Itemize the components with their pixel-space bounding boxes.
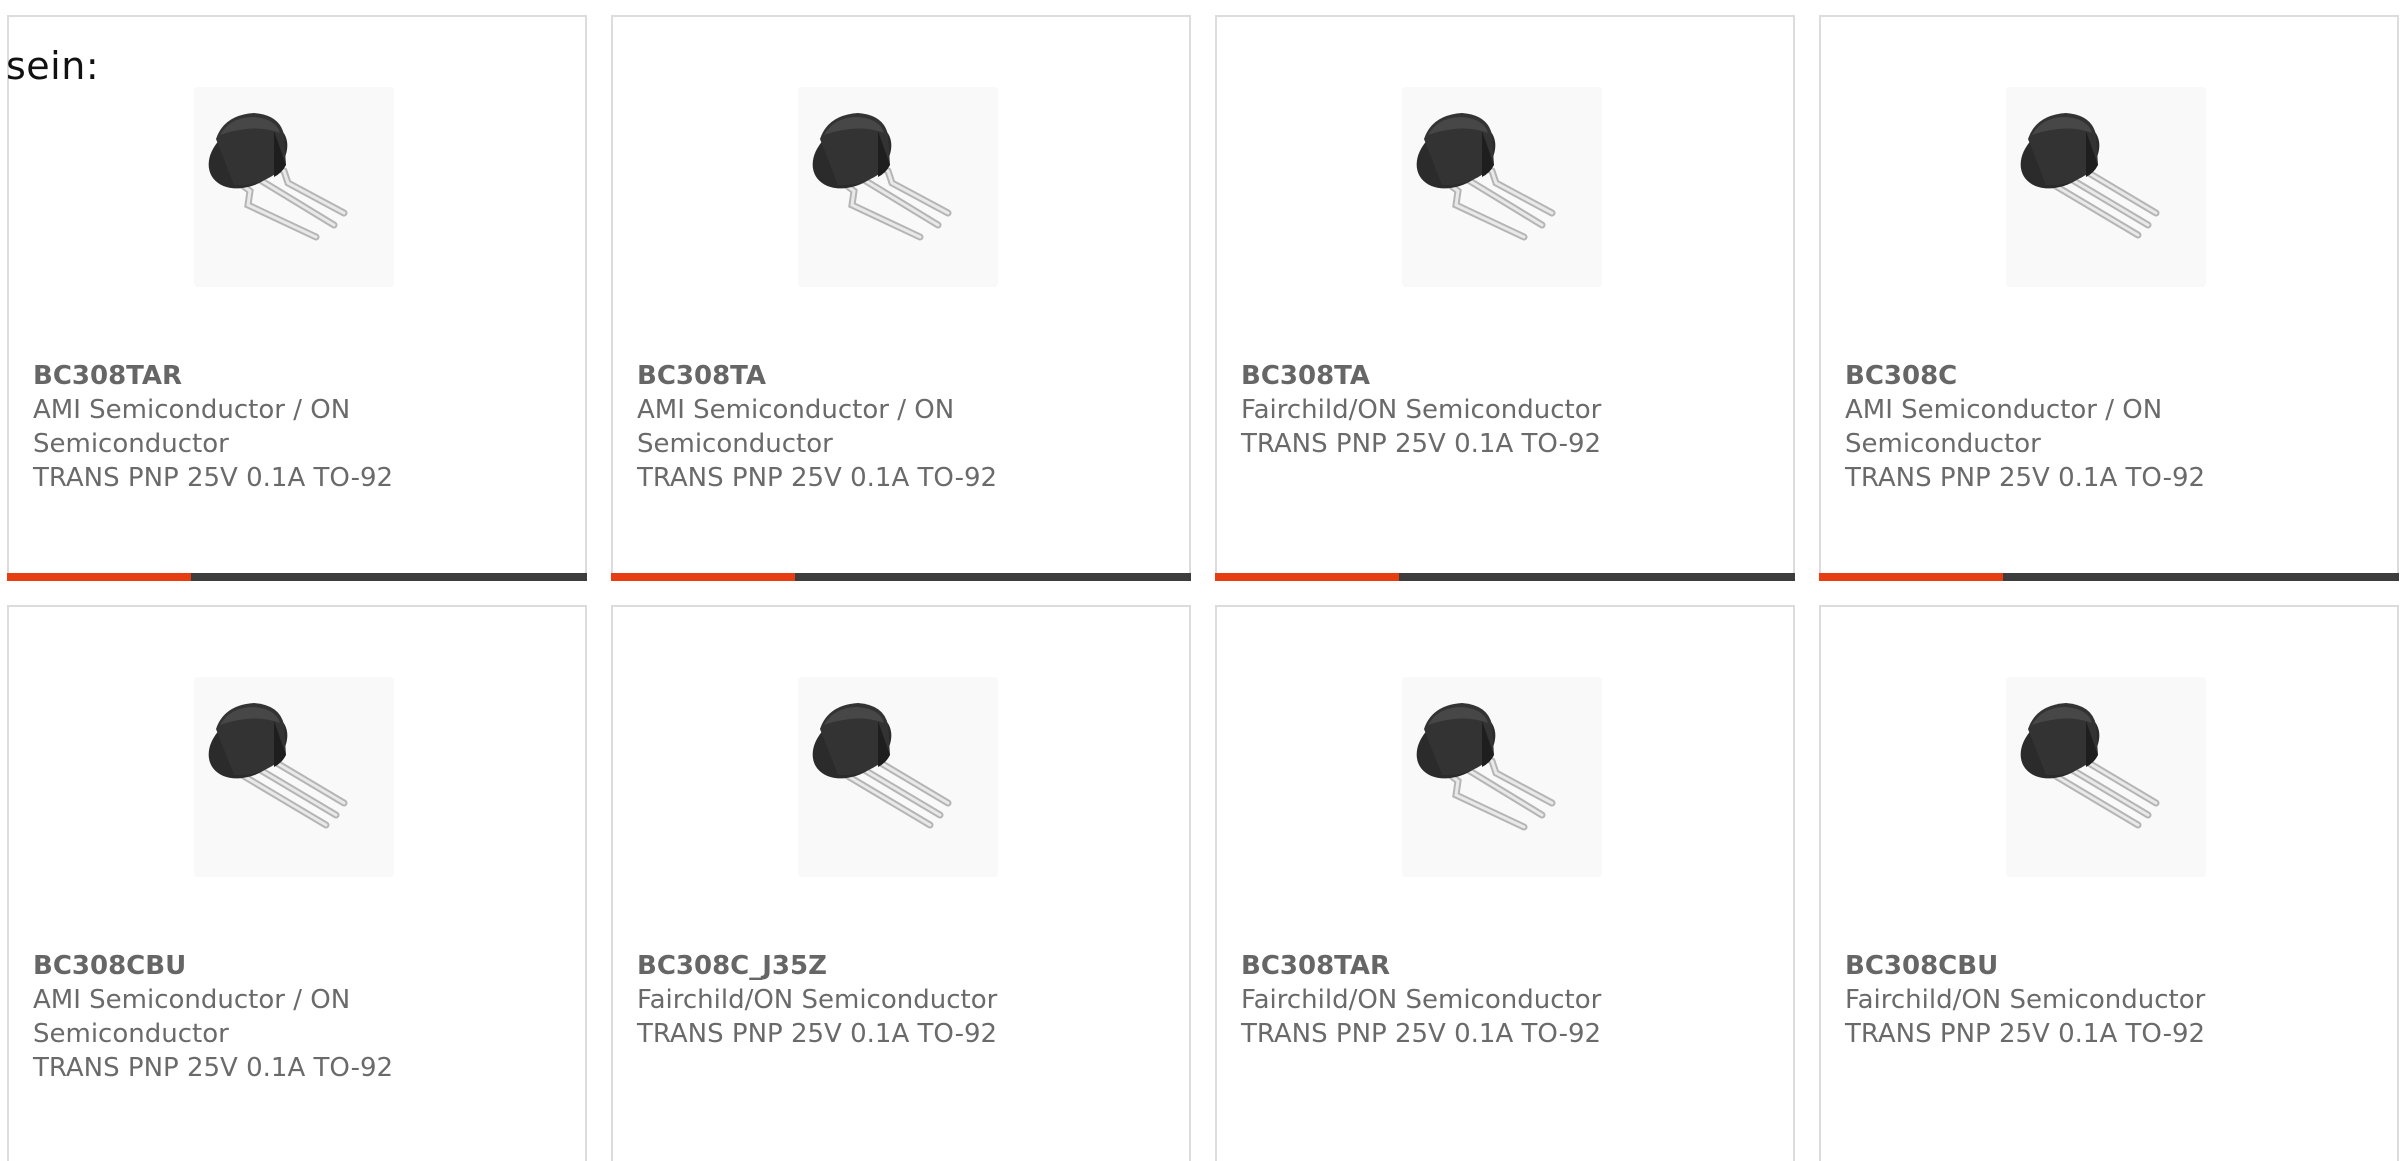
card-bar-accent bbox=[1819, 573, 2003, 581]
product-card[interactable]: BC308TA Fairchild/ON Semiconductor TRANS… bbox=[1215, 15, 1795, 581]
manufacturer: AMI Semiconductor / ON Semiconductor bbox=[637, 395, 955, 459]
to92-transistor-straight-leads-icon[interactable] bbox=[194, 677, 394, 877]
manufacturer: AMI Semiconductor / ON Semiconductor bbox=[33, 985, 351, 1049]
to92-transistor-straight-leads-icon[interactable] bbox=[2006, 87, 2206, 287]
part-number[interactable]: BC308CBU bbox=[33, 949, 453, 983]
card-bottom-bar bbox=[611, 573, 1191, 581]
part-number[interactable]: BC308TAR bbox=[1241, 949, 1661, 983]
part-number[interactable]: BC308TA bbox=[637, 359, 1057, 393]
product-info: BC308TA AMI Semiconductor / ON Semicondu… bbox=[637, 359, 1057, 495]
part-number[interactable]: BC308C_J35Z bbox=[637, 949, 1057, 983]
page: sein: BC308TAR AMI Semiconductor / ON Se… bbox=[0, 0, 2400, 1161]
card-bottom-bar bbox=[7, 573, 587, 581]
description: TRANS PNP 25V 0.1A TO-92 bbox=[1241, 429, 1602, 459]
product-card[interactable]: BC308CBU AMI Semiconductor / ON Semicond… bbox=[7, 605, 587, 1161]
product-card[interactable]: BC308C_J35Z Fairchild/ON Semiconductor T… bbox=[611, 605, 1191, 1161]
part-number[interactable]: BC308C bbox=[1845, 359, 2265, 393]
part-number[interactable]: BC308CBU bbox=[1845, 949, 2265, 983]
product-info: BC308TA Fairchild/ON Semiconductor TRANS… bbox=[1241, 359, 1661, 461]
description: TRANS PNP 25V 0.1A TO-92 bbox=[1845, 1019, 2206, 1049]
product-grid: BC308TAR AMI Semiconductor / ON Semicond… bbox=[7, 15, 2400, 1161]
to92-transistor-bent-leads-icon[interactable] bbox=[1402, 87, 1602, 287]
to92-transistor-straight-leads-icon[interactable] bbox=[798, 677, 998, 877]
description: TRANS PNP 25V 0.1A TO-92 bbox=[637, 463, 998, 493]
manufacturer: Fairchild/ON Semiconductor bbox=[1845, 985, 2206, 1015]
part-number[interactable]: BC308TAR bbox=[33, 359, 453, 393]
description: TRANS PNP 25V 0.1A TO-92 bbox=[1241, 1019, 1602, 1049]
to92-transistor-bent-leads-icon[interactable] bbox=[194, 87, 394, 287]
manufacturer: Fairchild/ON Semiconductor bbox=[1241, 395, 1602, 425]
product-card[interactable]: BC308TAR AMI Semiconductor / ON Semicond… bbox=[7, 15, 587, 581]
product-card[interactable]: BC308CBU Fairchild/ON Semiconductor TRAN… bbox=[1819, 605, 2399, 1161]
product-info: BC308CBU Fairchild/ON Semiconductor TRAN… bbox=[1845, 949, 2265, 1051]
card-bar-accent bbox=[611, 573, 795, 581]
product-card[interactable]: BC308TAR Fairchild/ON Semiconductor TRAN… bbox=[1215, 605, 1795, 1161]
product-info: BC308TAR AMI Semiconductor / ON Semicond… bbox=[33, 359, 453, 495]
description: TRANS PNP 25V 0.1A TO-92 bbox=[33, 463, 394, 493]
description: TRANS PNP 25V 0.1A TO-92 bbox=[637, 1019, 998, 1049]
product-info: BC308CBU AMI Semiconductor / ON Semicond… bbox=[33, 949, 453, 1085]
product-info: BC308TAR Fairchild/ON Semiconductor TRAN… bbox=[1241, 949, 1661, 1051]
manufacturer: AMI Semiconductor / ON Semiconductor bbox=[1845, 395, 2163, 459]
description: TRANS PNP 25V 0.1A TO-92 bbox=[1845, 463, 2206, 493]
to92-transistor-bent-leads-icon[interactable] bbox=[1402, 677, 1602, 877]
description: TRANS PNP 25V 0.1A TO-92 bbox=[33, 1053, 394, 1083]
to92-transistor-bent-leads-icon[interactable] bbox=[798, 87, 998, 287]
intro-text: sein: bbox=[6, 44, 100, 88]
to92-transistor-straight-leads-icon[interactable] bbox=[2006, 677, 2206, 877]
manufacturer: AMI Semiconductor / ON Semiconductor bbox=[33, 395, 351, 459]
part-number[interactable]: BC308TA bbox=[1241, 359, 1661, 393]
card-bottom-bar bbox=[1819, 573, 2399, 581]
product-card[interactable]: BC308TA AMI Semiconductor / ON Semicondu… bbox=[611, 15, 1191, 581]
product-info: BC308C_J35Z Fairchild/ON Semiconductor T… bbox=[637, 949, 1057, 1051]
product-card[interactable]: BC308C AMI Semiconductor / ON Semiconduc… bbox=[1819, 15, 2399, 581]
manufacturer: Fairchild/ON Semiconductor bbox=[1241, 985, 1602, 1015]
card-bar-accent bbox=[7, 573, 191, 581]
card-bar-accent bbox=[1215, 573, 1399, 581]
product-info: BC308C AMI Semiconductor / ON Semiconduc… bbox=[1845, 359, 2265, 495]
card-bottom-bar bbox=[1215, 573, 1795, 581]
manufacturer: Fairchild/ON Semiconductor bbox=[637, 985, 998, 1015]
